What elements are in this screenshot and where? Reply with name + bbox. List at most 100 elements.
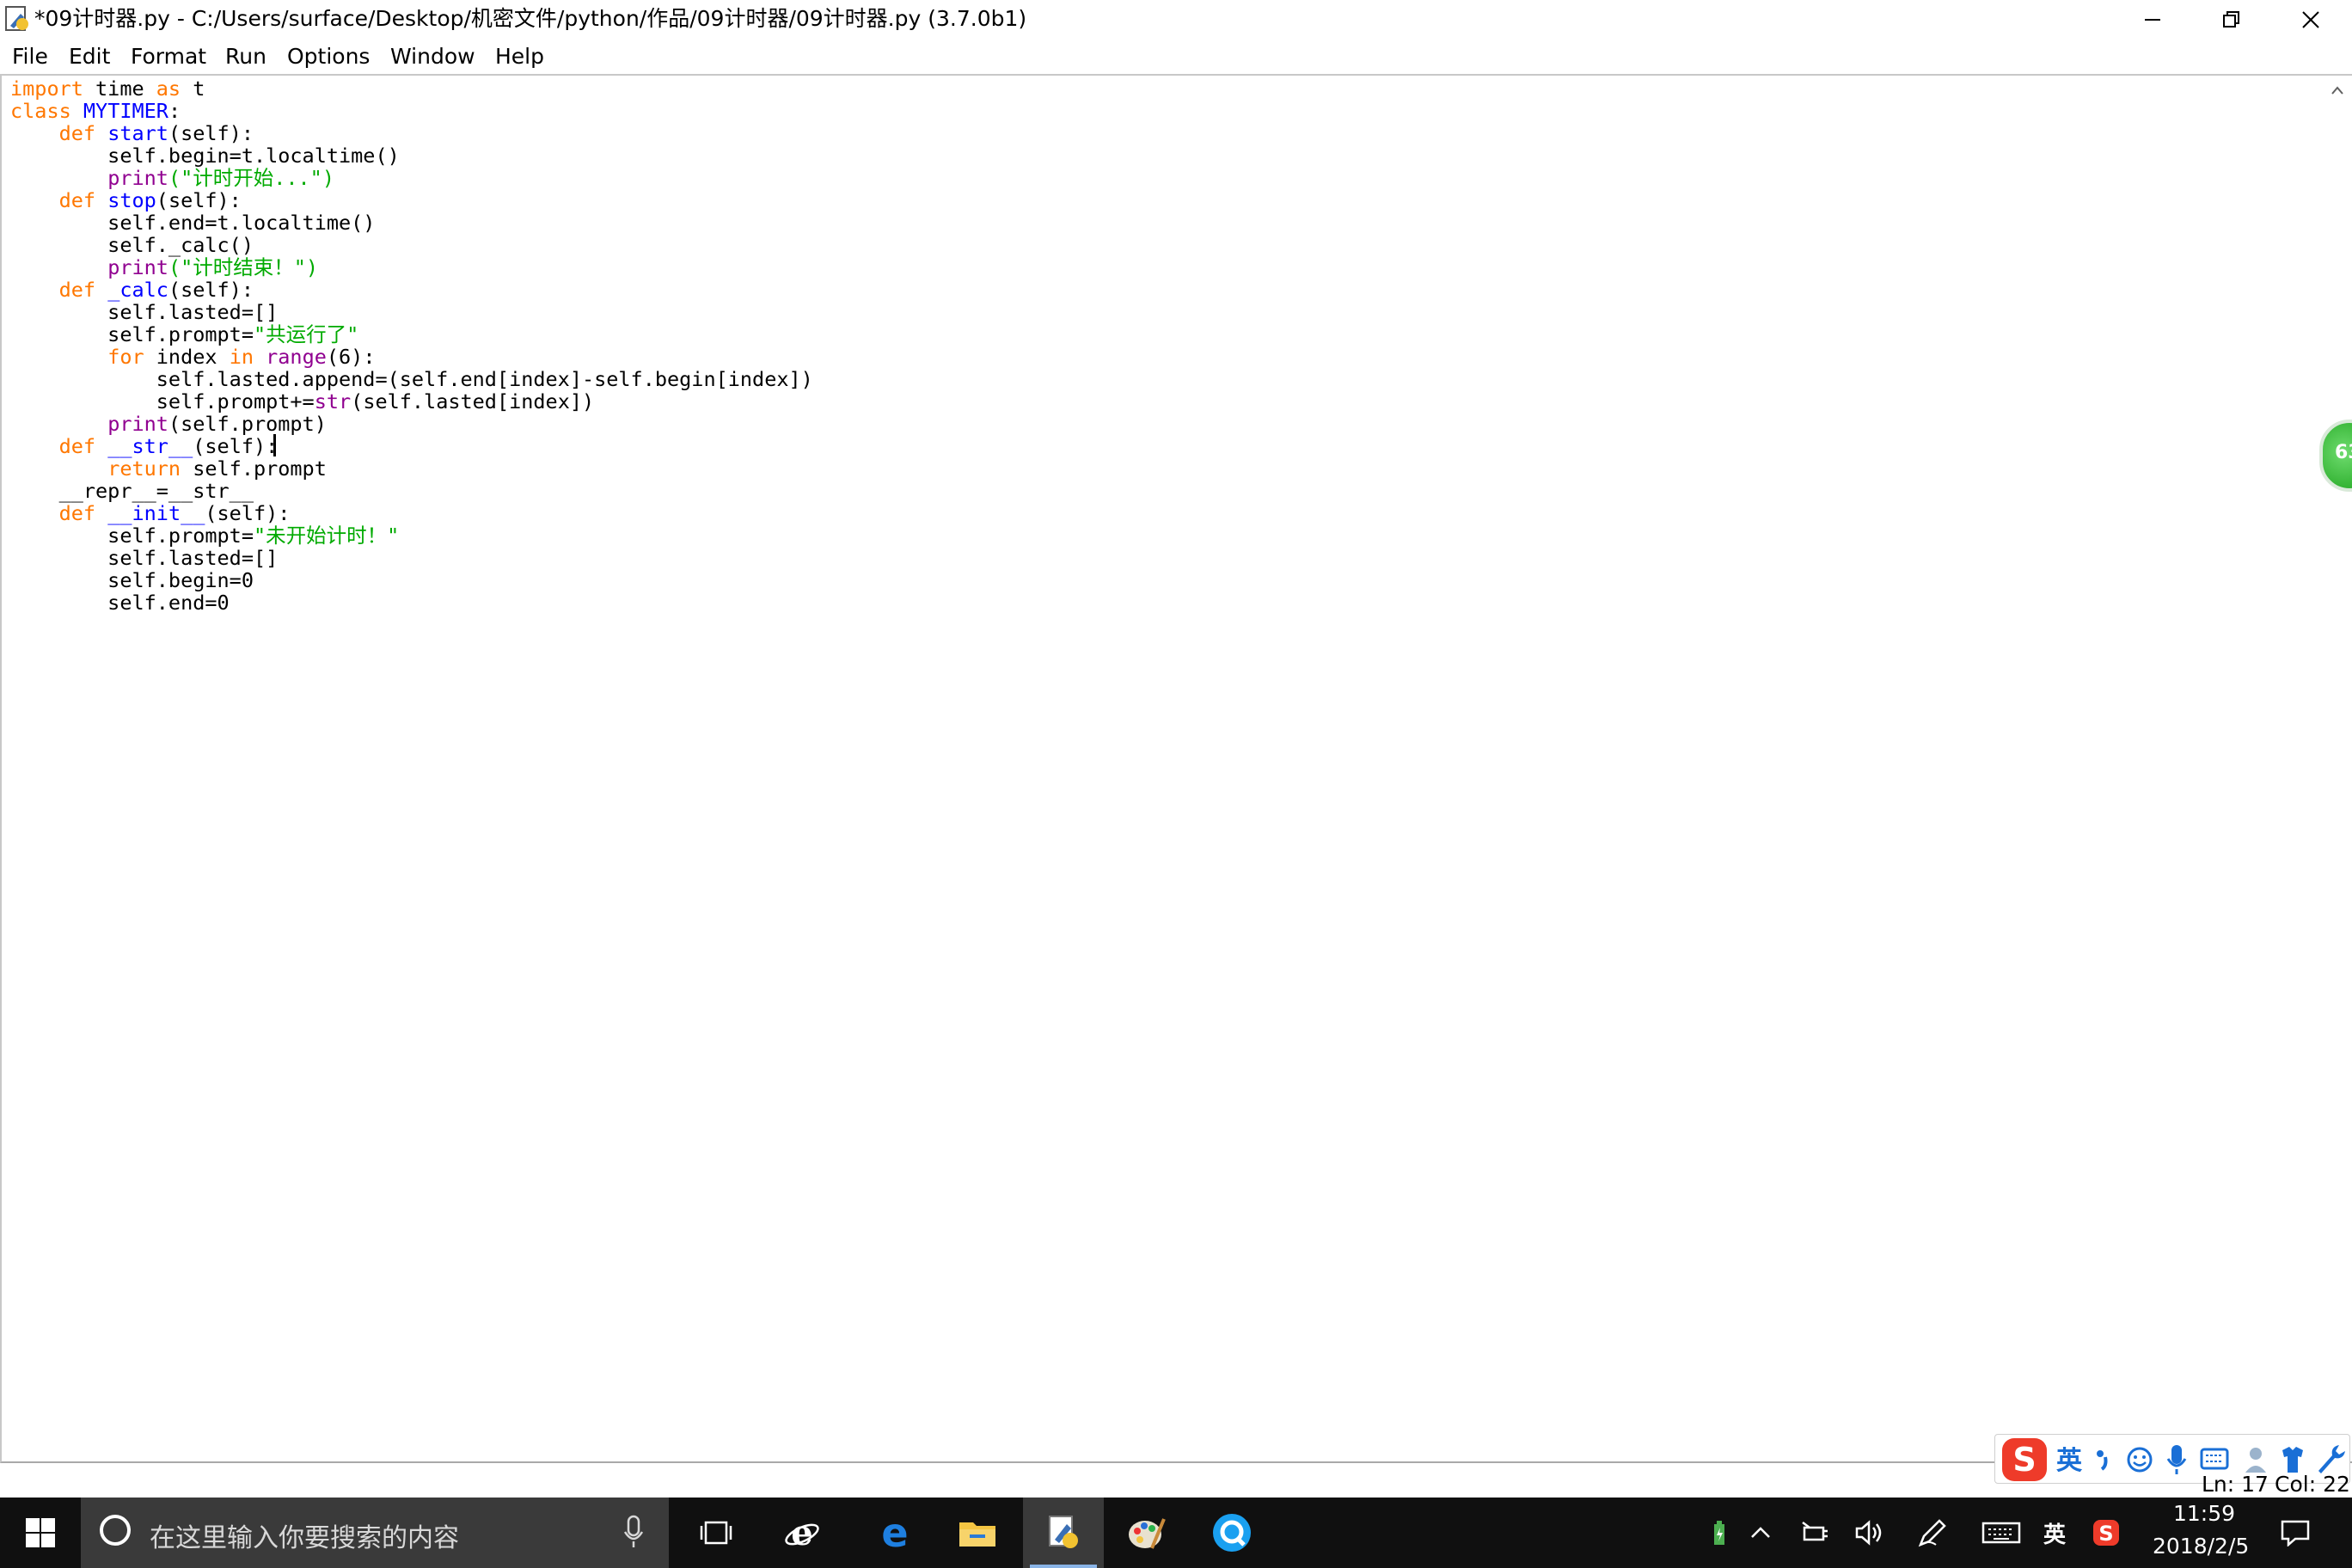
close-button[interactable] bbox=[2271, 0, 2350, 40]
sogou-logo-icon[interactable]: S bbox=[2002, 1438, 2047, 1481]
code-token: (self): bbox=[193, 434, 279, 458]
code-line[interactable]: for index in range(6): bbox=[10, 346, 375, 368]
microphone-icon[interactable] bbox=[622, 1515, 645, 1553]
tray-battery-app[interactable] bbox=[1702, 1498, 1736, 1568]
tray-power[interactable] bbox=[1797, 1498, 1834, 1568]
tools-icon[interactable] bbox=[2318, 1445, 2345, 1473]
code-line[interactable]: self.lasted=[] bbox=[10, 301, 278, 323]
restore-icon bbox=[2223, 11, 2239, 28]
svg-text:S: S bbox=[2012, 1441, 2036, 1479]
code-line[interactable]: def _calc(self): bbox=[10, 279, 254, 301]
tray-ime-label: 英 bbox=[2043, 1522, 2066, 1548]
code-token: __repr__=__str__ bbox=[10, 479, 254, 503]
active-indicator bbox=[1030, 1565, 1097, 1568]
code-token: for bbox=[107, 345, 144, 369]
power-plug-icon bbox=[1802, 1522, 1828, 1541]
code-token: self.begin=t.localtime() bbox=[10, 144, 400, 168]
code-line[interactable]: def start(self): bbox=[10, 122, 254, 144]
taskbar-idle[interactable] bbox=[1023, 1498, 1104, 1568]
menu-edit[interactable]: Edit bbox=[69, 43, 110, 70]
taskbar-search-box[interactable]: 在这里输入你要搜索的内容 bbox=[81, 1498, 669, 1568]
tray-ime-mode[interactable]: 英 bbox=[2037, 1498, 2072, 1568]
user-icon[interactable] bbox=[2245, 1448, 2266, 1473]
menu-format[interactable]: Format bbox=[131, 43, 206, 70]
tray-sogou[interactable]: S bbox=[2087, 1498, 2125, 1568]
action-center-button[interactable] bbox=[2261, 1498, 2330, 1568]
code-line[interactable]: self.begin=0 bbox=[10, 569, 254, 591]
code-token: as bbox=[156, 77, 181, 101]
code-line[interactable]: self.prompt="共运行了" bbox=[10, 323, 358, 346]
code-token: def bbox=[58, 434, 96, 458]
tray-volume[interactable] bbox=[1850, 1498, 1888, 1568]
code-line[interactable]: __repr__=__str__ bbox=[10, 480, 254, 502]
punctuation-icon[interactable] bbox=[2097, 1450, 2108, 1471]
code-token: self.begin=0 bbox=[10, 568, 254, 592]
microphone-icon[interactable] bbox=[2166, 1445, 2187, 1474]
internet-explorer-icon: e bbox=[785, 1514, 819, 1552]
code-token: def bbox=[58, 501, 96, 525]
vertical-scrollbar[interactable] bbox=[2324, 76, 2350, 1461]
ime-mode-label[interactable]: 英 bbox=[2056, 1446, 2083, 1476]
code-line[interactable]: print(self.prompt) bbox=[10, 413, 327, 435]
notification-icon bbox=[2281, 1520, 2310, 1547]
code-line[interactable]: import time as t bbox=[10, 77, 205, 100]
tray-show-hidden[interactable] bbox=[1743, 1498, 1778, 1568]
code-token: _calc bbox=[107, 278, 168, 302]
code-line[interactable]: self.prompt+=str(self.lasted[index]) bbox=[10, 390, 594, 413]
menu-options[interactable]: Options bbox=[287, 43, 370, 70]
code-line[interactable]: self.begin=t.localtime() bbox=[10, 144, 400, 167]
code-token: t bbox=[181, 77, 205, 101]
minimize-icon bbox=[2145, 19, 2160, 21]
scroll-up-icon[interactable] bbox=[2331, 83, 2344, 99]
code-token: (self.lasted[index]) bbox=[351, 389, 595, 413]
menu-file[interactable]: File bbox=[12, 43, 48, 70]
task-view-button[interactable] bbox=[676, 1498, 756, 1568]
code-token: ("计时开始...") bbox=[168, 166, 334, 190]
code-line[interactable]: def __init__(self): bbox=[10, 501, 291, 525]
code-line[interactable]: class MYTIMER: bbox=[10, 100, 181, 122]
code-line[interactable]: self._calc() bbox=[10, 234, 254, 256]
svg-text:e: e bbox=[791, 1514, 812, 1552]
code-token: self.prompt+= bbox=[10, 389, 315, 413]
clock-time[interactable]: 11:59 bbox=[2173, 1501, 2235, 1526]
code-line[interactable]: return self.prompt bbox=[10, 457, 327, 480]
minimize-button[interactable] bbox=[2113, 0, 2192, 40]
taskbar-internet-explorer[interactable]: e bbox=[762, 1498, 842, 1568]
tray-touch-keyboard[interactable] bbox=[1979, 1498, 2024, 1568]
code-token: def bbox=[58, 121, 96, 145]
code-line[interactable]: print("计时结束！") bbox=[10, 256, 318, 279]
code-token: in bbox=[229, 345, 254, 369]
code-line[interactable]: self.lasted.append=(self.end[index]-self… bbox=[10, 368, 813, 390]
code-token: print bbox=[107, 412, 168, 436]
emoji-icon[interactable] bbox=[2127, 1447, 2153, 1473]
code-line[interactable]: def stop(self): bbox=[10, 189, 242, 211]
skin-icon[interactable] bbox=[2282, 1447, 2303, 1473]
code-line[interactable]: self.end=t.localtime() bbox=[10, 211, 375, 234]
taskbar-edge[interactable]: e bbox=[854, 1498, 935, 1568]
clock-date[interactable]: 2018/2/5 bbox=[2153, 1534, 2249, 1559]
code-line[interactable]: self.lasted=[] bbox=[10, 547, 278, 569]
code-token: def bbox=[58, 188, 96, 212]
start-button[interactable] bbox=[0, 1498, 81, 1568]
code-line[interactable]: print("计时开始...") bbox=[10, 167, 334, 189]
code-line[interactable]: self.prompt="未开始计时！" bbox=[10, 524, 399, 547]
code-line[interactable]: self.end=0 bbox=[10, 591, 230, 614]
code-token: self.lasted=[] bbox=[10, 300, 279, 324]
taskbar-paint[interactable] bbox=[1106, 1498, 1186, 1568]
tray-pen[interactable] bbox=[1914, 1498, 1951, 1568]
code-token: class bbox=[10, 99, 71, 123]
taskbar-file-explorer[interactable] bbox=[937, 1498, 1018, 1568]
keyboard-icon[interactable] bbox=[2200, 1448, 2229, 1470]
code-line[interactable]: def __str__(self): bbox=[10, 434, 279, 458]
menu-window[interactable]: Window bbox=[390, 43, 475, 70]
title-bar[interactable]: *09计时器.py - C:/Users/surface/Desktop/机密文… bbox=[0, 0, 2352, 40]
menu-help[interactable]: Help bbox=[495, 43, 544, 70]
code-editor[interactable] bbox=[0, 74, 2352, 1463]
close-icon bbox=[2302, 11, 2319, 28]
taskbar-app-q[interactable] bbox=[1191, 1498, 1272, 1568]
restore-button[interactable] bbox=[2192, 0, 2271, 40]
menu-run[interactable]: Run bbox=[225, 43, 266, 70]
